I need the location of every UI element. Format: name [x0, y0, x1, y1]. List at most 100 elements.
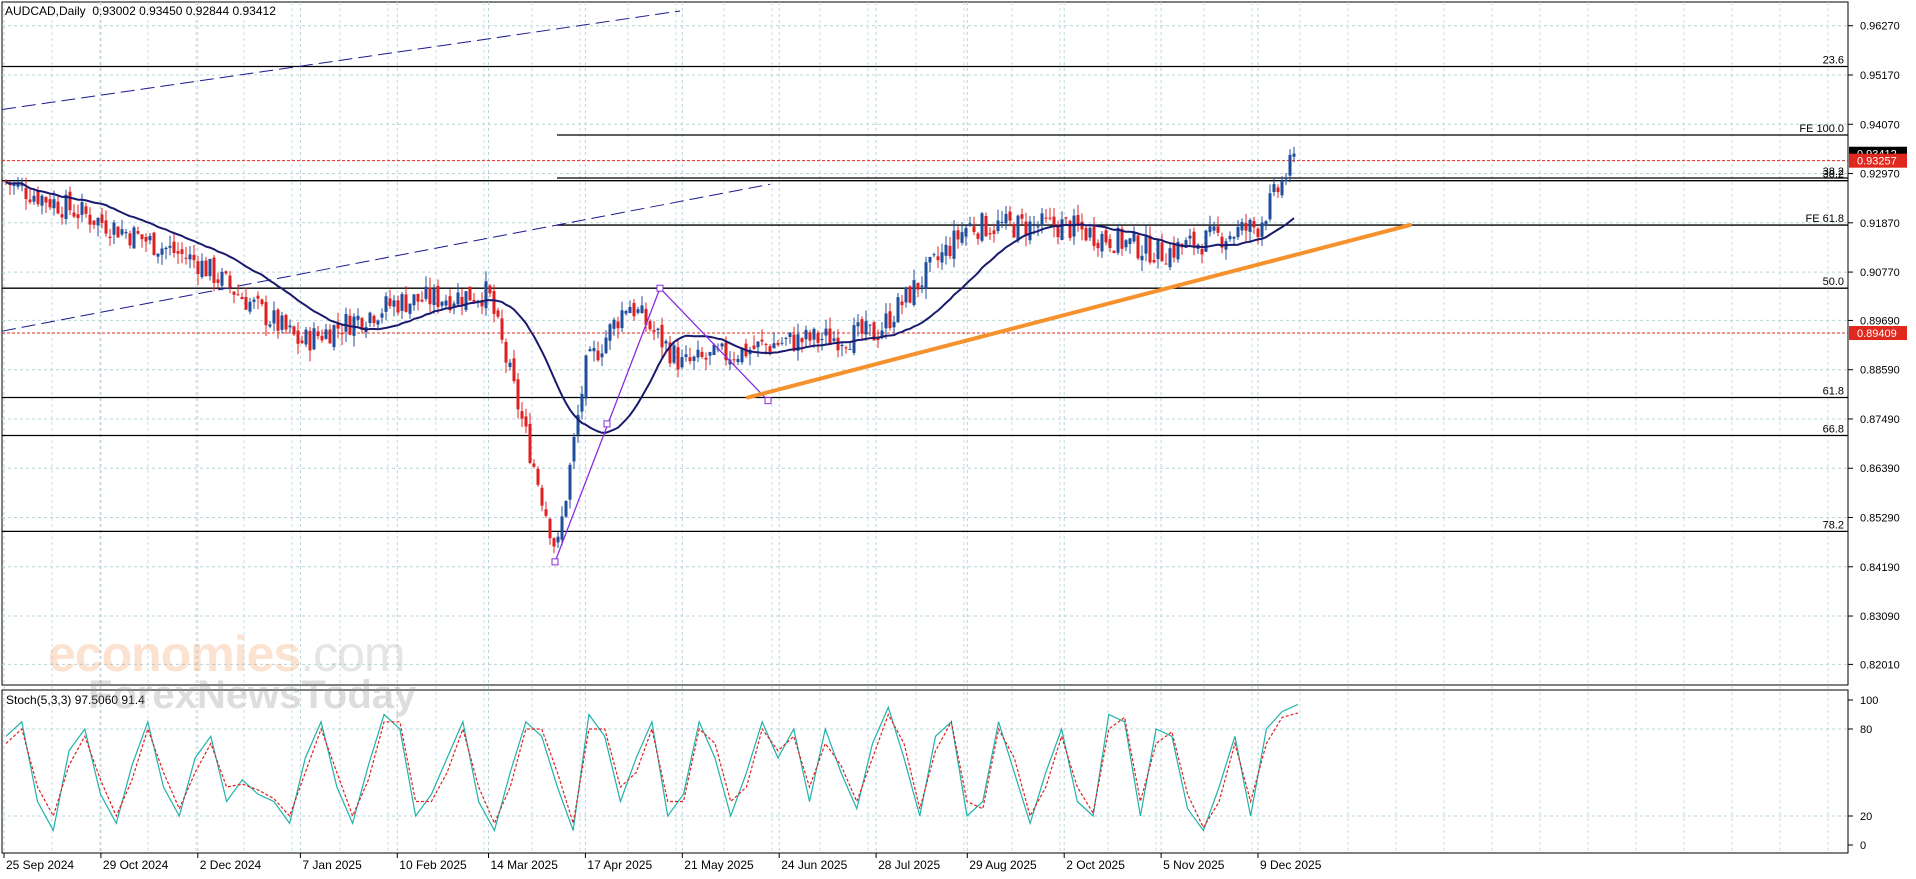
- candle-body: [1028, 221, 1032, 241]
- price-tick-label: 0.94070: [1860, 119, 1900, 131]
- candle-body: [176, 251, 180, 254]
- candle-body: [608, 324, 612, 341]
- candle-body: [664, 341, 668, 344]
- candle-body: [288, 325, 292, 328]
- candle-body: [216, 279, 220, 283]
- date-tick-label: 2 Dec 2024: [200, 858, 262, 872]
- candle-body: [36, 191, 40, 205]
- candle-body: [1004, 213, 1008, 224]
- stoch-tick-label: 100: [1860, 695, 1878, 707]
- candle-body: [708, 352, 712, 356]
- candle-body: [236, 294, 240, 296]
- candle-body: [820, 339, 824, 341]
- candle-body: [512, 358, 516, 382]
- candle-body: [800, 338, 804, 343]
- candle-body: [252, 299, 256, 302]
- candle-body: [660, 324, 664, 348]
- candle-body: [864, 321, 868, 335]
- candle-body: [904, 287, 908, 303]
- candle-body: [272, 310, 276, 324]
- candle-body: [908, 286, 912, 303]
- candle-body: [372, 315, 376, 324]
- candle-body: [580, 393, 584, 412]
- candle-body: [1092, 226, 1096, 246]
- candle-body: [544, 509, 548, 516]
- candle-body: [1216, 226, 1220, 233]
- candle-body: [836, 337, 840, 351]
- candle-body: [232, 291, 236, 295]
- candle-body: [1044, 217, 1048, 219]
- candle-body: [620, 310, 624, 329]
- candle-body: [1288, 154, 1292, 176]
- candle-body: [120, 229, 124, 235]
- candle-body: [916, 282, 920, 290]
- symbol-label: AUDCAD,Daily: [5, 4, 86, 18]
- stoch-label: Stoch(5,3,3) 97.5060 91.4: [6, 693, 145, 707]
- candle-body: [1032, 223, 1036, 225]
- candle-body: [428, 287, 432, 305]
- candle-body: [952, 230, 956, 259]
- candle-body: [108, 236, 112, 239]
- candle-body: [468, 286, 472, 301]
- candle-body: [260, 299, 264, 305]
- candle-body: [292, 326, 296, 335]
- candle-body: [140, 234, 144, 240]
- price-chart[interactable]: 0.96270 0.95170 0.94070 0.92970 0.91870 0.907…: [0, 0, 1916, 874]
- price-tick-label: 0.82010: [1860, 659, 1900, 671]
- candle-body: [1248, 219, 1252, 232]
- candle-body: [400, 294, 404, 311]
- candle-body: [396, 300, 400, 313]
- candle-body: [568, 464, 572, 500]
- candle-body: [944, 244, 948, 256]
- candle-body: [208, 259, 212, 277]
- candle-body: [204, 260, 208, 277]
- candle-body: [172, 241, 176, 253]
- date-tick-label: 2 Oct 2025: [1066, 858, 1125, 872]
- price-tick-label: 0.90770: [1860, 267, 1900, 279]
- candle-body: [1048, 217, 1052, 219]
- candle-body: [772, 343, 776, 349]
- candle-body: [308, 330, 312, 351]
- candle-body: [160, 248, 164, 255]
- price-tag-label: 0.93257: [1857, 156, 1897, 168]
- candle-body: [896, 297, 900, 323]
- candle-body: [1036, 226, 1040, 228]
- candle-body: [460, 296, 464, 306]
- candle-body: [376, 320, 380, 325]
- candle-body: [788, 332, 792, 337]
- fibo-level-label: 38.2: [1823, 169, 1844, 181]
- zigzag-point: [551, 558, 559, 566]
- candle-body: [424, 286, 428, 299]
- candle-body: [76, 214, 80, 219]
- candle-body: [556, 536, 560, 543]
- candle-body: [988, 232, 992, 235]
- candle-body: [240, 297, 244, 300]
- trendline: [746, 223, 1412, 400]
- candle-body: [368, 312, 372, 324]
- price-tick-label: 0.86390: [1860, 463, 1900, 475]
- candle-body: [852, 325, 856, 354]
- candle-body: [1068, 220, 1072, 238]
- candle-body: [1060, 219, 1064, 241]
- candle-body: [264, 302, 268, 326]
- candle-body: [860, 319, 864, 334]
- candle-body: [1232, 237, 1236, 239]
- candle-body: [340, 333, 344, 335]
- candle-body: [692, 356, 696, 361]
- candle-body: [1116, 227, 1120, 253]
- ohlc-values: 0.93002 0.93450 0.92844 0.93412: [92, 4, 276, 18]
- candle-body: [804, 329, 808, 340]
- candle-body: [88, 214, 92, 225]
- date-tick-label: 29 Oct 2024: [103, 858, 169, 872]
- candle-body: [116, 226, 120, 238]
- date-tick-label: 29 Aug 2025: [969, 858, 1037, 872]
- candle-body: [560, 516, 564, 540]
- candle-body: [356, 315, 360, 320]
- candle-body: [604, 337, 608, 354]
- candle-body: [432, 288, 436, 305]
- candle-body: [968, 223, 972, 227]
- candle-body: [504, 341, 508, 363]
- chart-canvas[interactable]: 0.96270 0.95170 0.94070 0.92970 0.91870 0.907…: [0, 0, 1916, 874]
- candle-body: [592, 348, 596, 352]
- date-tick-label: 17 Apr 2025: [587, 858, 652, 872]
